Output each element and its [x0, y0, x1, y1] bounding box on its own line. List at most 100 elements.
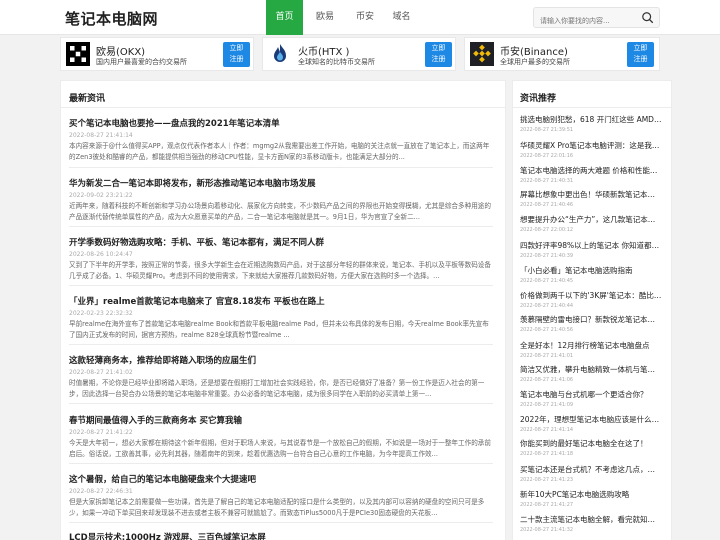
exchange-card-binance[interactable]: 币安(Binance) 全球用户最多的交易所 立即 注册 [464, 37, 660, 71]
search-icon[interactable] [641, 11, 654, 24]
article-title[interactable]: 这个暑假，给自己的笔记本电脑硬盘来个大提速吧 [69, 473, 493, 485]
article-title[interactable]: 买个笔记本电脑也要抢——盘点我的2021年笔记本清单 [69, 117, 493, 129]
article-title[interactable]: 开学季数码好物选购攻略：手机、平板、笔记本都有，满足不同人群 [69, 236, 493, 248]
article-item[interactable]: 买个笔记本电脑也要抢——盘点我的2021年笔记本清单 2022-08-27 21… [69, 117, 493, 163]
recommend-item-title[interactable]: 2022年，理想型笔记本电脑应该是什么样的？ [520, 414, 662, 425]
recommend-item[interactable]: 价格做到两千以下的'3K屏'笔记本：酷比魔方... 2022-08-27 21:4… [520, 290, 662, 309]
divider [69, 344, 493, 345]
recommend-item-title[interactable]: 屏幕比想象中更出色！华硕新款笔记本电脑体... [520, 189, 662, 200]
article-title[interactable]: 华为新发二合一笔记本即将发布，新形态推动笔记本电脑市场发展 [69, 177, 493, 189]
recommend-item[interactable]: 简洁又优雅，攀升电脑精致一体机与笔记本电脑... 2022-08-27 21:41… [520, 364, 662, 383]
nav-item-domain[interactable]: 域名 [383, 0, 420, 35]
recommend-item[interactable]: 二十款主流笔记本电脑全解，看完就知道怎么买 2022-08-27 21:41:32 [520, 514, 662, 533]
exchange-name: 欧易(OKX) [96, 47, 146, 58]
article-item[interactable]: 开学季数码好物选购攻略：手机、平板、笔记本都有，满足不同人群 2022-08-2… [69, 236, 493, 282]
divider [69, 285, 493, 286]
recommend-item-title[interactable]: 「小白必看」笔记本电脑选购指南 [520, 265, 662, 276]
exchange-desc: 全球用户最多的交易所 [500, 58, 570, 66]
recommend-item-date: 2022-08-27 21:39:51 [520, 127, 574, 133]
article-date: 2022-08-27 21:41:14 [69, 132, 133, 139]
register-label-line2: 注册 [229, 55, 244, 63]
recommend-item[interactable]: 想要提升办公“生产力”，这几款笔记本电脑... 2022-08-27 22:00:… [520, 214, 662, 233]
recommend-item-title[interactable]: 新年10大PC笔记本电脑选购攻略 [520, 489, 662, 500]
recommend-item[interactable]: 笔记本电脑与台式机哪一个更适合你？ 2022-08-27 21:41:09 [520, 389, 662, 408]
okx-logo-icon [66, 42, 90, 66]
exchange-name: 火币(HTX ) [298, 47, 350, 58]
article-summary: 今天是大年初一，想必大家都在期待这个新年假期，但对于职场人来说，与其说春节是一个… [69, 439, 491, 458]
recommend-item[interactable]: 全是好本！12月排行榜笔记本电脑盘点 2022-08-27 21:41:01 [520, 340, 662, 359]
recommend-item-title[interactable]: 全是好本！12月排行榜笔记本电脑盘点 [520, 340, 662, 351]
nav-item-okx[interactable]: 欧易 [303, 0, 347, 35]
recommend-item[interactable]: 新年10大PC笔记本电脑选购攻略 2022-08-27 21:41:27 [520, 489, 662, 508]
recommend-item-title[interactable]: 你能买到的最好笔记本电脑全在这了！ [520, 438, 662, 449]
article-title[interactable]: 春节期间最值得入手的三款商务本 买它算我输 [69, 414, 493, 426]
recommend-item-title[interactable]: 挑选电脑别犯愁，618 开门红这些 AMD笔记本... [520, 114, 662, 125]
latest-news-title: 最新资讯 [69, 94, 106, 104]
recommend-item[interactable]: 笔记本电脑选择的两大难题 价格和性能如何权衡 2022-08-27 21:40:3… [520, 165, 662, 184]
htx-logo-icon [268, 42, 292, 66]
article-summary: 时值暑期，不论你是已经毕业即将踏入职场，还是想要在假期打工增加社会实践经验，你，… [69, 379, 485, 398]
exchange-desc: 全球知名的比特币交易所 [298, 58, 375, 66]
main-nav: 首页 欧易 币安 域名 [266, 0, 420, 35]
recommend-item-date: 2022-08-27 22:01:16 [520, 153, 574, 159]
recommend-item-date: 2022-08-27 21:40:44 [520, 303, 574, 309]
register-label-line2: 注册 [431, 55, 446, 63]
article-title[interactable]: 这款轻薄商务本，推荐给即将踏入职场的应届生们 [69, 354, 493, 366]
recommend-item-title[interactable]: 二十款主流笔记本电脑全解，看完就知道怎么买 [520, 514, 662, 525]
article-item[interactable]: 春节期间最值得入手的三款商务本 买它算我输 2022-08-27 21:41:2… [69, 414, 493, 460]
exchange-card-htx[interactable]: 火币(HTX ) 全球知名的比特币交易所 立即 注册 [262, 37, 456, 71]
recommend-item-title[interactable]: 价格做到两千以下的'3K屏'笔记本：酷比魔方... [520, 290, 662, 301]
register-label-line1: 立即 [633, 44, 648, 52]
article-item[interactable]: 华为新发二合一笔记本即将发布，新形态推动笔记本电脑市场发展 2022-09-02… [69, 177, 493, 223]
recommend-item-title[interactable]: 笔记本电脑与台式机哪一个更适合你？ [520, 389, 662, 400]
divider [60, 107, 506, 108]
register-button-okx[interactable]: 立即 注册 [223, 42, 250, 67]
divider [69, 226, 493, 227]
recommend-item-title[interactable]: 四款好评率98%以上的笔记本 你知道都有哪些... [520, 240, 662, 251]
article-item[interactable]: LCD显示技术:1000Hz 游戏屏、三百色域笔记本屏 [69, 531, 493, 540]
article-item[interactable]: 这个暑假，给自己的笔记本电脑硬盘来个大提速吧 2022-08-27 22:46:… [69, 473, 493, 519]
register-label-line1: 立即 [431, 44, 446, 52]
recommend-item[interactable]: 「小白必看」笔记本电脑选购指南 2022-08-27 21:40:45 [520, 265, 662, 284]
recommend-item-title[interactable]: 简洁又优雅，攀升电脑精致一体机与笔记本电脑... [520, 364, 662, 375]
recommend-item-date: 2022-08-27 21:41:23 [520, 477, 574, 483]
article-item[interactable]: 这款轻薄商务本，推荐给即将踏入职场的应届生们 2022-08-27 21:41:… [69, 354, 493, 400]
article-title[interactable]: 「业界」realme首款笔记本电脑来了 官宣8.18发布 平板也在路上 [69, 295, 493, 307]
nav-item-binance[interactable]: 币安 [347, 0, 383, 35]
exchange-card-okx[interactable]: 欧易(OKX) 国内用户最喜爱的合约交易所 立即 注册 [60, 37, 254, 71]
recommend-item-title[interactable]: 买笔记本还是台式机？不考虑这几点，买了也是白买 [520, 464, 662, 475]
recommend-item-title[interactable]: 笔记本电脑选择的两大难题 价格和性能如何权衡 [520, 165, 662, 176]
article-summary: 但是大家拆卸笔记本之前需要做一些功课，首先是了解自己的笔记本电脑适配的接口是什么… [69, 498, 485, 517]
exchange-desc: 国内用户最喜爱的合约交易所 [96, 58, 187, 66]
nav-item-home[interactable]: 首页 [266, 0, 303, 35]
recommend-item[interactable]: 华硕灵耀X Pro笔记本电脑评测：这是我见过... 2022-08-27 22:0… [520, 140, 662, 159]
recommend-item-date: 2022-08-27 21:40:31 [520, 178, 574, 184]
recommend-item[interactable]: 2022年，理想型笔记本电脑应该是什么样的？ 2022-08-27 21:41:1… [520, 414, 662, 433]
search-box [533, 7, 660, 31]
recommend-item[interactable]: 你能买到的最好笔记本电脑全在这了！ 2022-08-27 21:41:18 [520, 438, 662, 457]
article-date: 2022-02-23 22:32:32 [69, 310, 133, 317]
recommend-item-date: 2022-08-27 21:41:32 [520, 527, 574, 533]
article-item[interactable]: 「业界」realme首款笔记本电脑来了 官宣8.18发布 平板也在路上 2022… [69, 295, 493, 341]
recommend-item-title[interactable]: 华硕灵耀X Pro笔记本电脑评测：这是我见过... [520, 140, 662, 151]
search-input[interactable] [534, 11, 634, 31]
recommend-title: 资讯推荐 [520, 94, 557, 104]
recommend-item[interactable]: 屏幕比想象中更出色！华硕新款笔记本电脑体... 2022-08-27 21:40:… [520, 189, 662, 208]
recommend-item[interactable]: 羡慕隔壁的雷电接口？新款锐龙笔记本电脑安排... 2022-08-27 21:40… [520, 314, 662, 333]
recommend-item-date: 2022-08-27 21:40:46 [520, 202, 574, 208]
register-button-binance[interactable]: 立即 注册 [627, 42, 654, 67]
article-summary: 近两年来，随着科技的不断创新和学习办公场景向着移动化、展家化方向转变，不少数码产… [69, 202, 491, 221]
recommend-item-title[interactable]: 想要提升办公“生产力”，这几款笔记本电脑... [520, 214, 662, 225]
site-logo[interactable]: 笔记本电脑网 [65, 8, 158, 29]
recommend-item[interactable]: 挑选电脑别犯愁，618 开门红这些 AMD笔记本... 2022-08-27 21… [520, 114, 662, 133]
recommend-item-date: 2022-08-27 21:40:56 [520, 327, 574, 333]
recommend-item-title[interactable]: 羡慕隔壁的雷电接口？新款锐龙笔记本电脑安排... [520, 314, 662, 325]
recommend-item[interactable]: 四款好评率98%以上的笔记本 你知道都有哪些... 2022-08-27 21:4… [520, 240, 662, 259]
recommend-item-date: 2022-08-27 21:40:45 [520, 278, 574, 284]
recommend-item-date: 2022-08-27 21:41:06 [520, 377, 574, 383]
register-label-line2: 注册 [633, 55, 648, 63]
article-title[interactable]: LCD显示技术:1000Hz 游戏屏、三百色域笔记本屏 [69, 531, 493, 540]
divider [69, 463, 493, 464]
register-button-htx[interactable]: 立即 注册 [425, 42, 452, 67]
recommend-item[interactable]: 买笔记本还是台式机？不考虑这几点，买了也是白买 2022-08-27 21:41:… [520, 464, 662, 483]
